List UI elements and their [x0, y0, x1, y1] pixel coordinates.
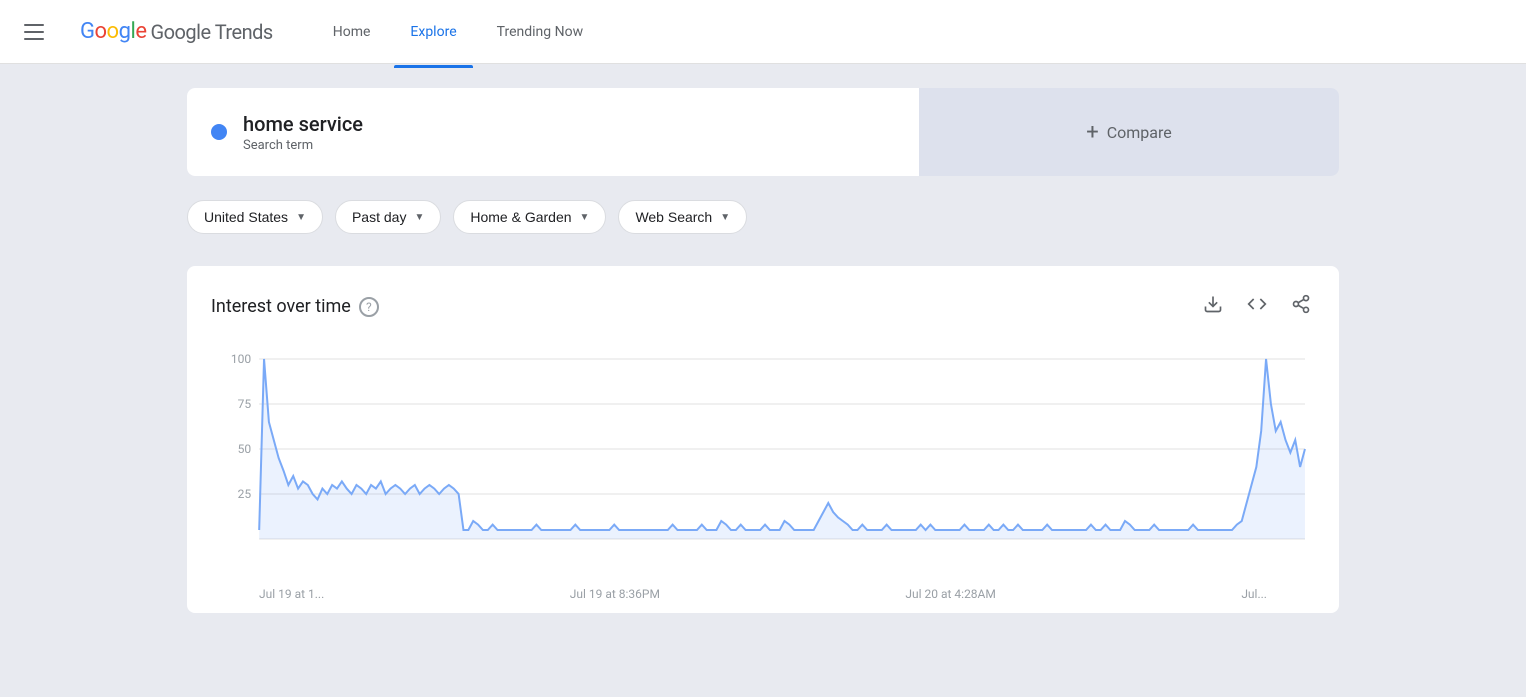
nav-explore[interactable]: Explore: [394, 16, 472, 48]
compare-plus-icon: +: [1086, 120, 1098, 145]
header: Google Google Trends Home Explore Trendi…: [0, 0, 1526, 64]
share-button[interactable]: [1287, 290, 1315, 323]
filter-time[interactable]: Past day ▼: [335, 200, 441, 234]
chart-svg: 100 75 50 25: [211, 339, 1315, 579]
chart-actions: [1199, 290, 1315, 323]
search-dot: [211, 124, 227, 140]
filter-country-label: United States: [204, 209, 288, 225]
chart-header: Interest over time ?: [211, 290, 1315, 323]
chart-container: 100 75 50 25 Jul 19 at 1... Jul 19 at 8:…: [211, 339, 1315, 601]
filter-category[interactable]: Home & Garden ▼: [453, 200, 606, 234]
nav: Home Explore Trending Now: [317, 16, 599, 48]
x-label-0: Jul 19 at 1...: [259, 587, 324, 601]
search-term-card: home service Search term: [187, 88, 919, 176]
chevron-down-icon: ▼: [414, 212, 424, 223]
x-label-1: Jul 19 at 8:36PM: [570, 587, 660, 601]
svg-text:25: 25: [238, 487, 252, 501]
x-label-3: Jul...: [1241, 587, 1267, 601]
search-term-label: Search term: [243, 138, 363, 153]
menu-icon[interactable]: [24, 20, 48, 44]
filter-category-label: Home & Garden: [470, 209, 571, 225]
search-area: home service Search term + Compare: [187, 88, 1339, 176]
chevron-down-icon: ▼: [720, 212, 730, 223]
svg-text:100: 100: [231, 352, 252, 366]
download-button[interactable]: [1199, 290, 1227, 323]
nav-trending-now[interactable]: Trending Now: [481, 16, 599, 48]
chevron-down-icon: ▼: [296, 212, 306, 223]
filter-search-type-label: Web Search: [635, 209, 712, 225]
logo: Google Google Trends: [80, 19, 273, 44]
help-icon[interactable]: ?: [359, 297, 379, 317]
filter-time-label: Past day: [352, 209, 406, 225]
chevron-down-icon: ▼: [580, 212, 590, 223]
x-label-2: Jul 20 at 4:28AM: [905, 587, 995, 601]
filter-bar: United States ▼ Past day ▼ Home & Garden…: [187, 192, 1339, 242]
svg-text:75: 75: [238, 397, 252, 411]
filter-search-type[interactable]: Web Search ▼: [618, 200, 747, 234]
search-term-text: home service Search term: [243, 112, 363, 153]
chart-x-labels: Jul 19 at 1... Jul 19 at 8:36PM Jul 20 a…: [211, 583, 1315, 601]
chart-card: Interest over time ?: [187, 266, 1339, 613]
main-content: home service Search term + Compare Unite…: [0, 64, 1526, 697]
chart-title-area: Interest over time ?: [211, 296, 379, 317]
compare-card[interactable]: + Compare: [919, 88, 1339, 176]
embed-button[interactable]: [1243, 290, 1271, 323]
search-term-value: home service: [243, 112, 363, 136]
chart-title: Interest over time: [211, 296, 351, 317]
nav-home[interactable]: Home: [317, 16, 387, 48]
compare-label: Compare: [1107, 123, 1172, 142]
filter-country[interactable]: United States ▼: [187, 200, 323, 234]
svg-text:50: 50: [238, 442, 252, 456]
